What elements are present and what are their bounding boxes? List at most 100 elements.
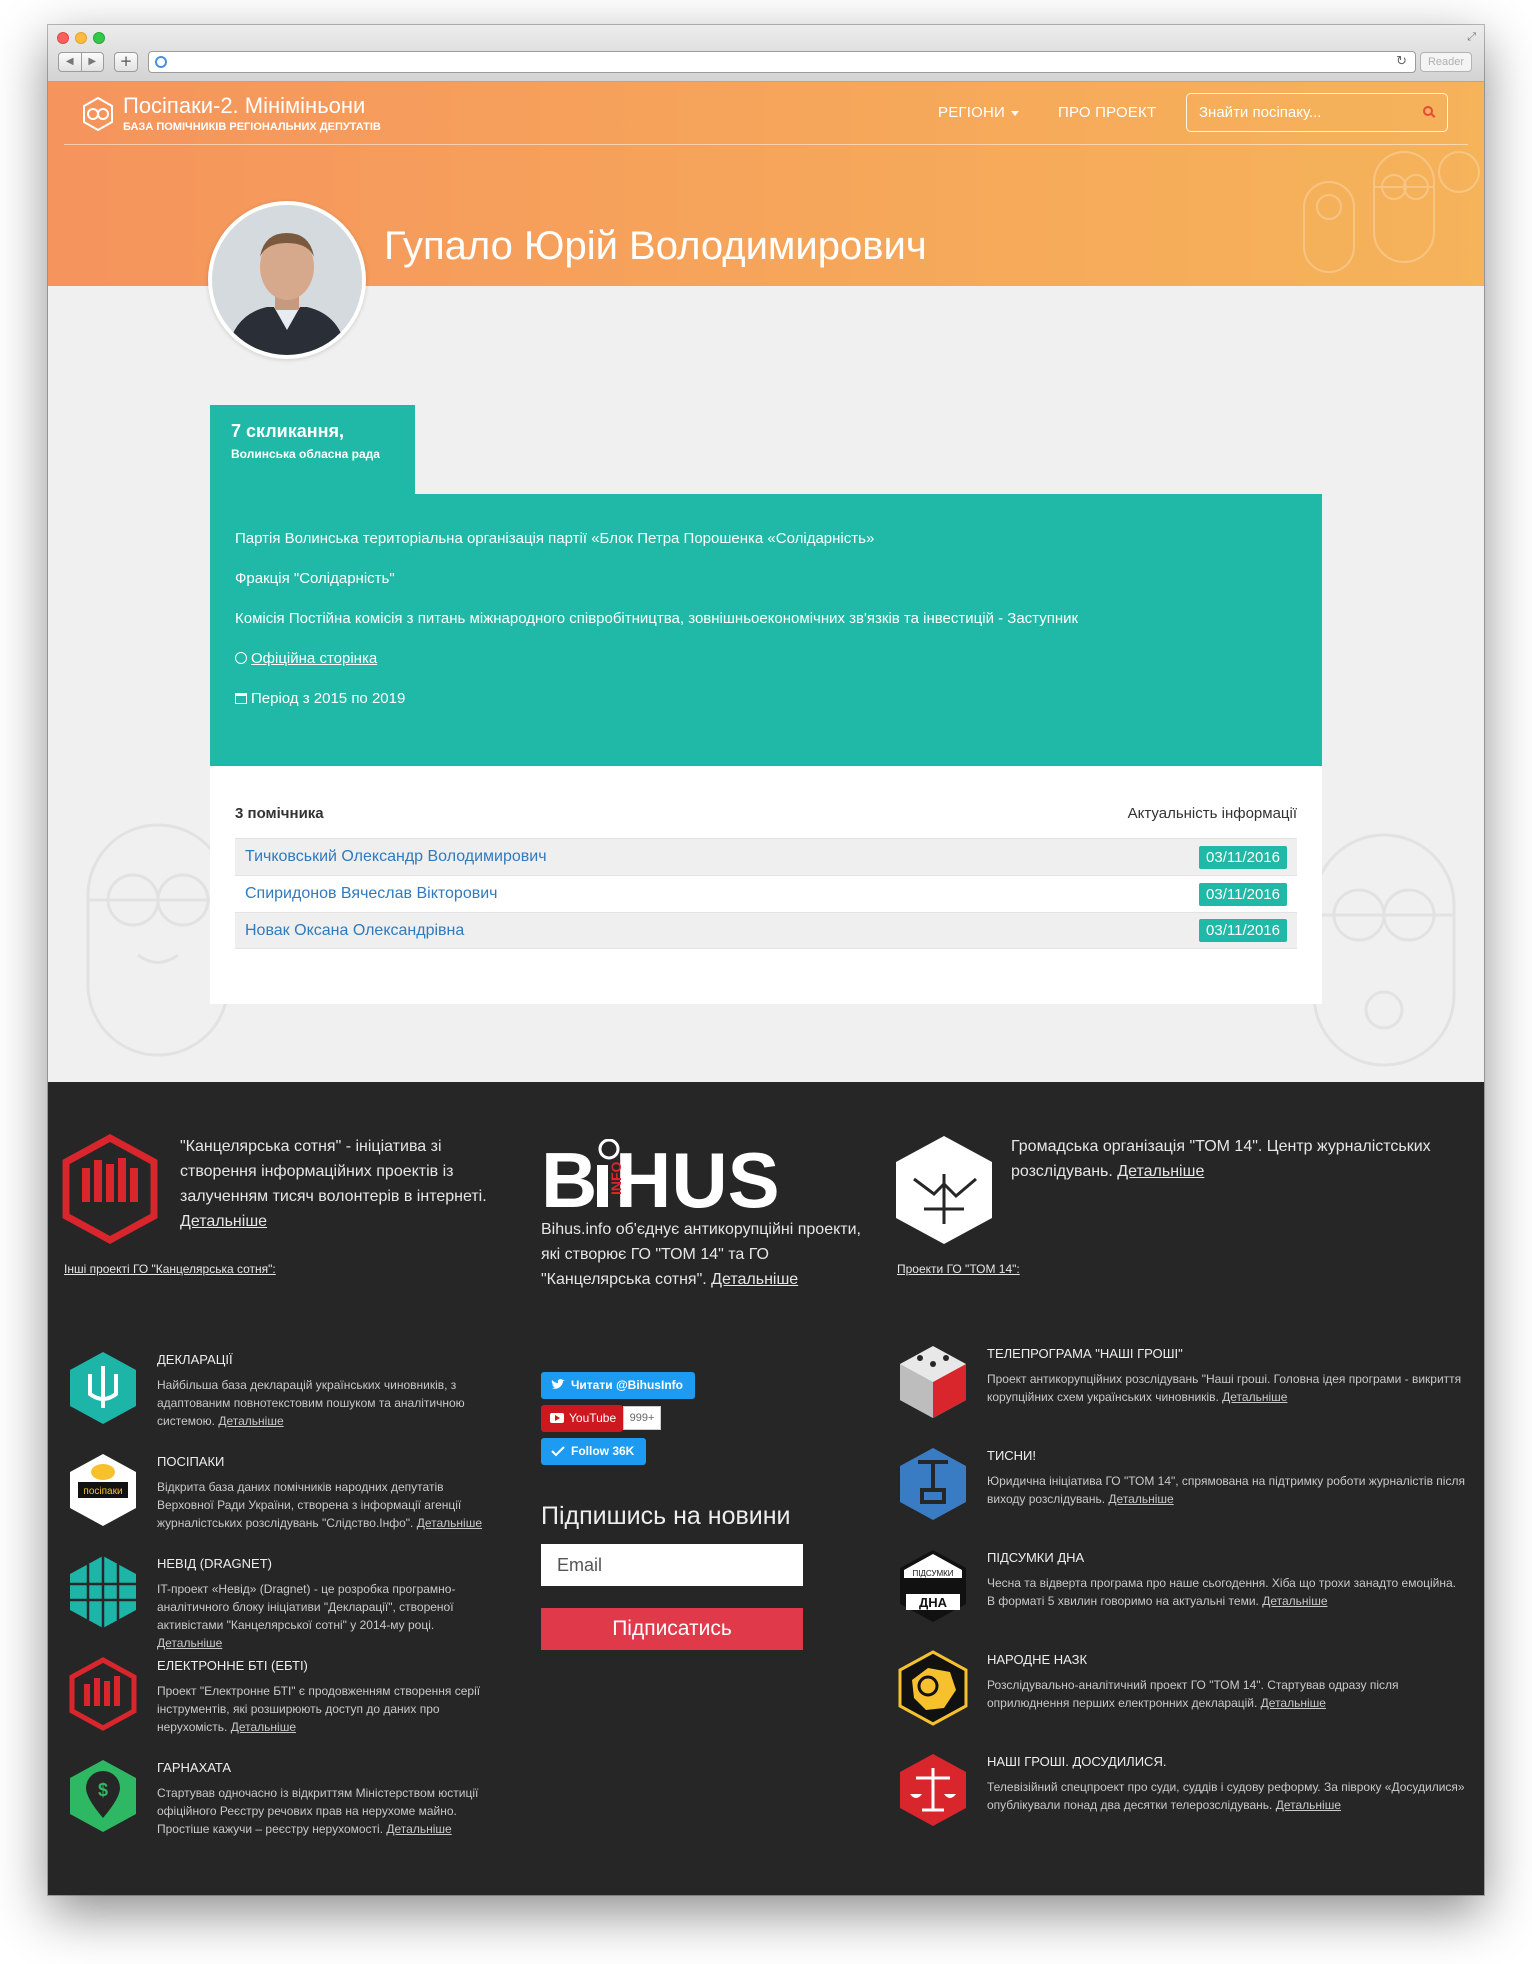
close-window-button[interactable] bbox=[57, 32, 69, 44]
svg-text:$: $ bbox=[98, 1780, 108, 1800]
youtube-icon bbox=[550, 1413, 564, 1423]
bihus-logo-icon[interactable]: B HUS INFO bbox=[541, 1139, 803, 1211]
globe-icon bbox=[155, 56, 167, 68]
project-desc: Телевізійний спецпроект про суди, суддів… bbox=[987, 1780, 1465, 1812]
forward-button[interactable]: ▶ bbox=[82, 53, 104, 71]
sotnia-projects-link[interactable]: Інші проекті ГО "Канцелярська сотня": bbox=[64, 1262, 276, 1276]
address-bar[interactable]: ↻ bbox=[148, 51, 1416, 73]
project-more-link[interactable]: Детальніше bbox=[1276, 1798, 1341, 1812]
person-avatar bbox=[208, 201, 366, 359]
caret-down-icon bbox=[1010, 110, 1019, 116]
sotnia-logo-icon[interactable] bbox=[62, 1134, 158, 1244]
dna-icon[interactable]: ПІДСУМКИ ДНА bbox=[898, 1548, 968, 1624]
browser-toolbar: ⤢ ◀ ▶ + ↻ Reader bbox=[48, 25, 1484, 82]
press-icon[interactable] bbox=[898, 1446, 968, 1522]
date-badge: 03/11/2016 bbox=[1199, 919, 1287, 942]
search-input[interactable] bbox=[1187, 94, 1407, 131]
assistant-link[interactable]: Тичковський Олександр Володимирович bbox=[245, 848, 547, 866]
site-title[interactable]: Посіпаки-2. Мініміньони bbox=[123, 93, 365, 119]
project-desc: Юридична ініціатива ГО "ТОМ 14", спрямов… bbox=[987, 1474, 1465, 1506]
period-text: Період з 2015 по 2019 bbox=[251, 690, 406, 707]
zoom-window-button[interactable] bbox=[93, 32, 105, 44]
posipaky-icon[interactable]: посіпаки bbox=[68, 1452, 138, 1528]
project-desc: Чесна та відверта програма про наше сьог… bbox=[987, 1576, 1456, 1608]
assistant-link[interactable]: Спиридонов Вячеслав Вікторович bbox=[245, 885, 498, 903]
convocation-title: 7 скликання, bbox=[231, 421, 345, 441]
email-input[interactable] bbox=[541, 1544, 803, 1586]
reload-icon[interactable]: ↻ bbox=[1396, 54, 1407, 69]
table-row: Спиридонов Вячеслав Вікторович 03/11/201… bbox=[235, 875, 1297, 912]
table-row: Тичковський Олександр Володимирович 03/1… bbox=[235, 838, 1297, 875]
sotnia-description: "Канцелярська сотня" - ініціатива зі ств… bbox=[180, 1134, 490, 1234]
assistant-link[interactable]: Новак Оксана Олександрівна bbox=[245, 922, 464, 940]
project-title: ЕЛЕКТРОННЕ БТІ (ЕБТІ) bbox=[157, 1658, 308, 1673]
party-info: Партія Волинська територіальна організац… bbox=[235, 530, 875, 547]
reader-button[interactable]: Reader bbox=[1420, 52, 1472, 72]
site-footer: "Канцелярська сотня" - ініціатива зі ств… bbox=[48, 1082, 1484, 1895]
project-more-link[interactable]: Детальніше bbox=[1222, 1390, 1287, 1404]
trident-icon[interactable] bbox=[68, 1350, 138, 1426]
nav-about-link[interactable]: ПРО ПРОЕКТ bbox=[1058, 104, 1156, 121]
new-tab-button[interactable]: + bbox=[114, 52, 138, 72]
back-button[interactable]: ◀ bbox=[59, 53, 82, 71]
table-row: Новак Оксана Олександрівна 03/11/2016 bbox=[235, 912, 1297, 949]
project-more-link[interactable]: Детальніше bbox=[417, 1516, 482, 1530]
tom-more-link[interactable]: Детальніше bbox=[1117, 1163, 1204, 1180]
project-desc: Проект антикорупційних розслідувань "Наш… bbox=[987, 1372, 1462, 1404]
sotnia-more-link[interactable]: Детальніше bbox=[180, 1213, 267, 1230]
minimize-window-button[interactable] bbox=[75, 32, 87, 44]
globe-net-icon[interactable] bbox=[68, 1554, 138, 1630]
nav-regions-label: РЕГІОНИ bbox=[938, 104, 1005, 121]
globe-icon bbox=[235, 652, 247, 664]
money-pin-icon[interactable]: $ bbox=[68, 1758, 138, 1834]
project-title: ГАРНАХАТА bbox=[157, 1760, 232, 1775]
assistants-card: 3 помічника Актуальність інформації Тичк… bbox=[210, 766, 1322, 1004]
project-more-link[interactable]: Детальніше bbox=[157, 1636, 222, 1650]
twitter-label: Читати @BihusInfo bbox=[571, 1378, 683, 1392]
project-title: ПОСІПАКИ bbox=[157, 1454, 225, 1469]
project-more-link[interactable]: Детальніше bbox=[218, 1414, 283, 1428]
ebti-icon[interactable] bbox=[68, 1656, 138, 1732]
bihus-more-link[interactable]: Детальніше bbox=[711, 1271, 798, 1288]
svg-text:ДНА: ДНА bbox=[919, 1595, 948, 1610]
project-more-link[interactable]: Детальніше bbox=[231, 1720, 296, 1734]
tab-convocation[interactable]: 7 скликання, Волинська обласна рада bbox=[210, 405, 415, 495]
nav-regions-dropdown[interactable]: РЕГІОНИ bbox=[938, 104, 1019, 121]
dice-icon[interactable] bbox=[898, 1344, 968, 1420]
search-icon[interactable] bbox=[1423, 106, 1433, 116]
assistants-header: 3 помічника Актуальність інформації bbox=[235, 805, 1297, 822]
minions-decoration bbox=[1303, 151, 1480, 273]
official-page-row: Офіційна сторінка bbox=[235, 650, 1297, 667]
tom-projects-link[interactable]: Проекти ГО "ТОМ 14": bbox=[897, 1262, 1020, 1276]
project-title: НАРОДНЕ НАЗК bbox=[987, 1652, 1088, 1667]
svg-text:INFO: INFO bbox=[608, 1161, 624, 1195]
actuality-label: Актуальність інформації bbox=[1127, 805, 1297, 822]
project-title: ПІДСУМКИ ДНА bbox=[987, 1550, 1085, 1565]
tom14-logo-icon[interactable] bbox=[894, 1134, 994, 1246]
project-more-link[interactable]: Детальніше bbox=[1261, 1696, 1326, 1710]
header-divider bbox=[64, 144, 1468, 145]
project-title: ДЕКЛАРАЦІЇ bbox=[157, 1352, 233, 1367]
project-more-link[interactable]: Детальніше bbox=[1108, 1492, 1173, 1506]
person-name: Гупало Юрій Володимирович bbox=[384, 224, 927, 268]
avatar-photo bbox=[212, 205, 362, 355]
site-logo-icon[interactable] bbox=[80, 96, 116, 132]
twitter-bird-icon bbox=[551, 1379, 565, 1389]
project-more-link[interactable]: Детальніше bbox=[1262, 1594, 1327, 1608]
svg-text:посіпаки: посіпаки bbox=[83, 1486, 122, 1497]
search-box bbox=[1186, 93, 1448, 132]
assistants-count: 3 помічника bbox=[235, 805, 324, 822]
youtube-count: 999+ bbox=[623, 1406, 661, 1430]
map-magnifier-icon[interactable] bbox=[898, 1650, 968, 1726]
council-name: Волинська обласна рада bbox=[231, 447, 380, 461]
tom-description: Громадська організація "ТОМ 14". Центр ж… bbox=[1011, 1134, 1451, 1184]
period-row: Період з 2015 по 2019 bbox=[235, 690, 1297, 707]
bihus-text: Bihus.info об'єднує антикорупційні проек… bbox=[541, 1221, 861, 1288]
official-page-link[interactable]: Офіційна сторінка bbox=[251, 650, 377, 667]
fullscreen-icon[interactable]: ⤢ bbox=[1467, 30, 1476, 44]
subscribe-button[interactable]: Підписатись bbox=[541, 1608, 803, 1650]
convocation-info-panel: Партія Волинська територіальна організац… bbox=[210, 494, 1322, 766]
project-more-link[interactable]: Детальніше bbox=[386, 1822, 451, 1836]
scales-icon[interactable] bbox=[898, 1752, 968, 1828]
follow-label: Follow 36K bbox=[571, 1444, 635, 1458]
